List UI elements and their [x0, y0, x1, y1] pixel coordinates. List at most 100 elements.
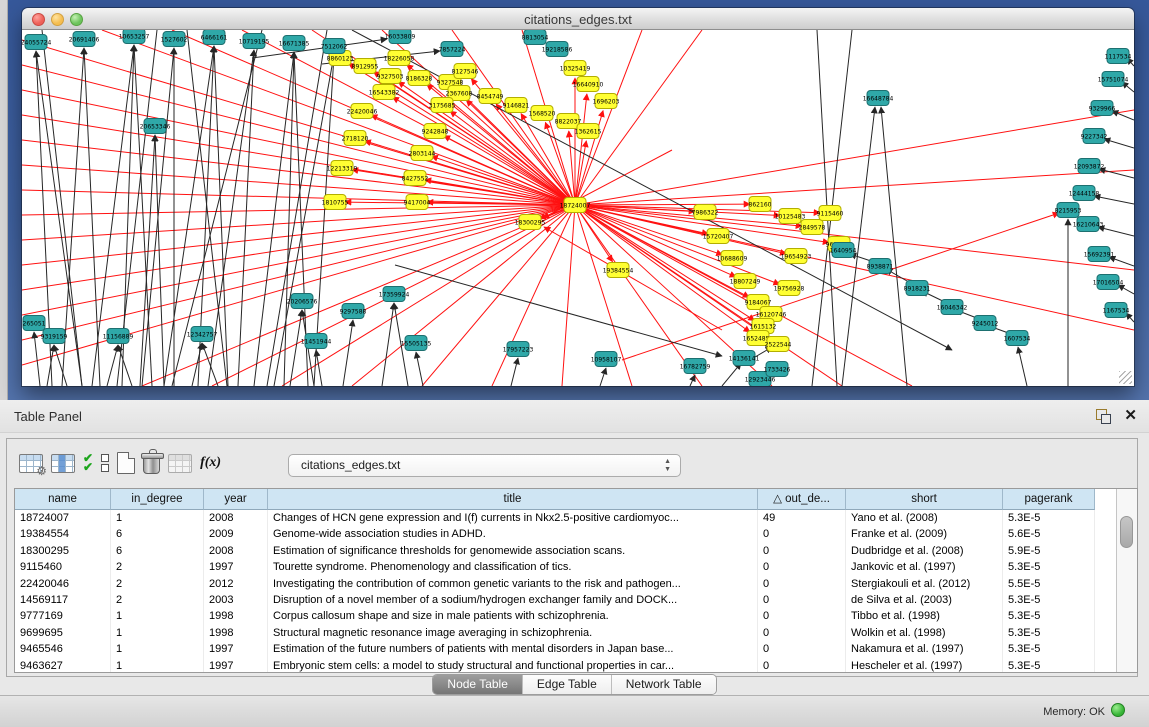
table-cell[interactable]: 1997	[204, 641, 268, 657]
table-cell[interactable]: 1	[111, 510, 204, 526]
table-cell[interactable]: 18300295	[15, 543, 111, 559]
column-header-in_degree[interactable]: in_degree	[111, 489, 204, 510]
graph-node[interactable]: 16210643	[1073, 217, 1104, 232]
graph-node[interactable]: 3175685	[429, 98, 456, 113]
graph-node[interactable]: 9146821	[503, 98, 530, 113]
table-row[interactable]: 911546021997Tourette syndrome. Phenomeno…	[15, 559, 1137, 575]
table-cell[interactable]: Estimation of the future numbers of pati…	[268, 641, 758, 657]
table-cell[interactable]: 1998	[204, 608, 268, 624]
tab-edge-table[interactable]: Edge Table	[522, 675, 611, 694]
table-row[interactable]: 969969511998Structural magnetic resonanc…	[15, 625, 1137, 641]
column-header-pagerank[interactable]: pagerank	[1003, 489, 1095, 510]
graph-node[interactable]: 9245012	[972, 316, 999, 331]
table-cell[interactable]: 5.3E-5	[1003, 641, 1095, 657]
network-view-window[interactable]: citations_edges.txt 18724007886012389129…	[22, 8, 1134, 386]
graph-node[interactable]: 20206576	[287, 294, 318, 309]
graph-node[interactable]: 18300295	[515, 215, 546, 230]
table-cell[interactable]: 2	[111, 592, 204, 608]
graph-node[interactable]: 1362615	[575, 124, 602, 139]
graph-node[interactable]: 1117534	[1105, 49, 1132, 64]
table-row[interactable]: 1830029562008Estimation of significance …	[15, 543, 1137, 559]
graph-node[interactable]: 19384554	[603, 263, 634, 278]
table-cell[interactable]: 0	[758, 592, 846, 608]
table-cell[interactable]: 2008	[204, 510, 268, 526]
graph-node[interactable]: 8938871	[867, 259, 894, 274]
table-cell[interactable]: 5.9E-5	[1003, 543, 1095, 559]
table-cell[interactable]: 5.3E-5	[1003, 658, 1095, 673]
graph-node[interactable]: 9319159	[41, 329, 68, 344]
close-panel-icon[interactable]: ✕	[1124, 406, 1137, 424]
graph-node[interactable]: 9417004	[404, 195, 431, 210]
table-cell[interactable]: Stergiakouli et al. (2012)	[846, 576, 1003, 592]
table-cell[interactable]: 5.3E-5	[1003, 592, 1095, 608]
graph-node[interactable]: 9115460	[817, 206, 844, 221]
graph-node[interactable]: 16648784	[863, 91, 894, 106]
graph-node[interactable]: 19218586	[542, 42, 573, 57]
graph-node[interactable]: 8127546	[452, 64, 479, 79]
graph-node[interactable]: 10325419	[560, 61, 591, 76]
table-cell[interactable]: 5.3E-5	[1003, 510, 1095, 526]
table-cell[interactable]: de Silva et al. (2003)	[846, 592, 1003, 608]
citation-network-graph[interactable]: 1872400788601238912955182260589327503165…	[22, 30, 1134, 386]
graph-node[interactable]: 11156889	[103, 329, 134, 344]
graph-node[interactable]: 12213319	[327, 161, 358, 176]
unselect-columns-button[interactable]	[101, 447, 109, 479]
graph-node[interactable]: 16543382	[369, 85, 400, 100]
resize-grip[interactable]	[1119, 371, 1132, 384]
table-cell[interactable]: Yano et al. (2008)	[846, 510, 1003, 526]
table-cell[interactable]: Structural magnetic resonance image aver…	[268, 625, 758, 641]
table-cell[interactable]: 1	[111, 658, 204, 673]
table-row[interactable]: 946362711997Embryonic stem cells: a mode…	[15, 658, 1137, 673]
table-cell[interactable]: 5.3E-5	[1003, 608, 1095, 624]
tab-node-table[interactable]: Node Table	[433, 675, 522, 694]
graph-node[interactable]: 8427552	[402, 171, 429, 186]
table-cell[interactable]: 5.6E-5	[1003, 526, 1095, 542]
table-cell[interactable]: Changes of HCN gene expression and I(f) …	[268, 510, 758, 526]
table-cell[interactable]: 9777169	[15, 608, 111, 624]
graph-node[interactable]: 8918231	[904, 281, 931, 296]
table-cell[interactable]: 0	[758, 658, 846, 673]
table-cell[interactable]: 0	[758, 559, 846, 575]
graph-node[interactable]: 10688609	[717, 251, 748, 266]
graph-node[interactable]: 9227342	[1081, 129, 1108, 144]
graph-node[interactable]: 2718120	[342, 131, 369, 146]
table-cell[interactable]: 0	[758, 625, 846, 641]
table-cell[interactable]: 6	[111, 543, 204, 559]
table-cell[interactable]: 1	[111, 641, 204, 657]
table-cell[interactable]: 0	[758, 526, 846, 542]
table-cell[interactable]: 22420046	[15, 576, 111, 592]
table-cell[interactable]: 1	[111, 608, 204, 624]
graph-node[interactable]: 20691406	[69, 32, 100, 47]
table-cell[interactable]: 2008	[204, 543, 268, 559]
table-cell[interactable]: Nakamura et al. (1997)	[846, 641, 1003, 657]
graph-node[interactable]: 2849578	[799, 220, 826, 235]
tab-network-table[interactable]: Network Table	[611, 675, 716, 694]
column-header-title[interactable]: title	[268, 489, 758, 510]
graph-node[interactable]: 16782759	[680, 359, 711, 374]
table-cell[interactable]: 6	[111, 526, 204, 542]
graph-node[interactable]: 862160	[749, 197, 772, 212]
graph-node[interactable]: 265051	[23, 316, 46, 331]
graph-node[interactable]: 9329966	[1089, 101, 1116, 116]
graph-node[interactable]: 19654923	[781, 249, 812, 264]
graph-node[interactable]: 12342757	[187, 327, 218, 342]
table-cell[interactable]: 18724007	[15, 510, 111, 526]
column-header-year[interactable]: year	[204, 489, 268, 510]
graph-node[interactable]: 18807249	[730, 274, 761, 289]
table-cell[interactable]: Hescheler et al. (1997)	[846, 658, 1003, 673]
graph-node[interactable]: 7857224	[439, 42, 466, 57]
graph-node[interactable]: 10719195	[239, 34, 270, 49]
show-column-button[interactable]	[51, 447, 75, 479]
table-cell[interactable]: 0	[758, 543, 846, 559]
table-row[interactable]: 1456911722003Disruption of a novel membe…	[15, 592, 1137, 608]
table-cell[interactable]: 2	[111, 559, 204, 575]
graph-node[interactable]: 8454749	[477, 89, 504, 104]
graph-node[interactable]: 8186328	[406, 71, 433, 86]
table-cell[interactable]: Investigating the contribution of common…	[268, 576, 758, 592]
graph-node[interactable]: 16033809	[385, 30, 416, 44]
table-cell[interactable]: 2	[111, 576, 204, 592]
graph-node[interactable]: 16046342	[937, 300, 968, 315]
table-cell[interactable]: 9463627	[15, 658, 111, 673]
graph-node[interactable]: 1733426	[764, 362, 791, 377]
graph-node[interactable]: 8813054	[522, 30, 549, 45]
